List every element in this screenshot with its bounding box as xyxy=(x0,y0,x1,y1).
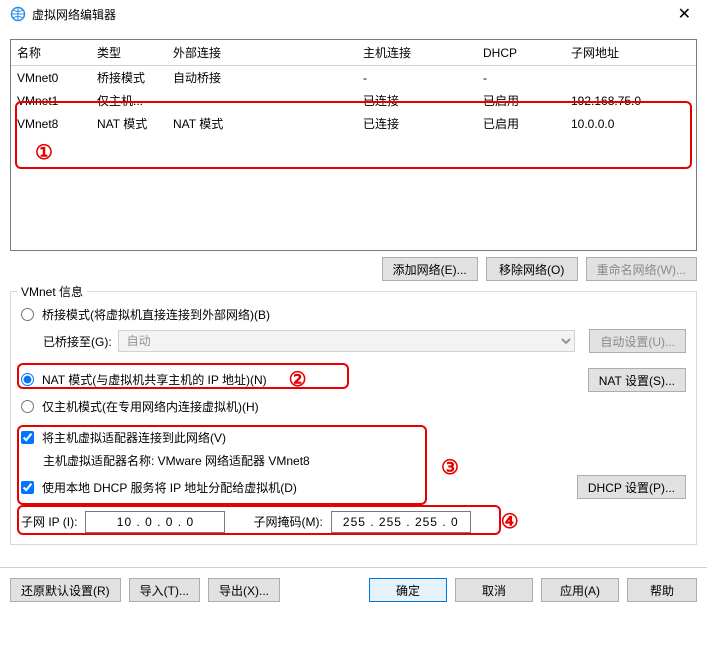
col-name[interactable]: 名称 xyxy=(11,40,91,66)
titlebar: 虚拟网络编辑器 ✕ xyxy=(0,0,707,29)
bridge-radio[interactable] xyxy=(21,308,34,321)
subnet-mask-input[interactable]: 255 . 255 . 255 . 0 xyxy=(331,511,471,533)
network-table[interactable]: 名称 类型 外部连接 主机连接 DHCP 子网地址 VMnet0 桥接模式 自动… xyxy=(11,40,696,135)
hostonly-mode-option[interactable]: 仅主机模式(在专用网络内连接虚拟机)(H) xyxy=(21,398,686,415)
col-dhcp[interactable]: DHCP xyxy=(477,40,565,66)
connect-host-checkbox[interactable] xyxy=(21,431,34,444)
close-button[interactable]: ✕ xyxy=(672,4,697,24)
bridge-to-row: 已桥接至(G): 自动 自动设置(U)... xyxy=(43,329,686,353)
app-icon xyxy=(10,6,26,22)
export-button[interactable]: 导出(X)... xyxy=(208,578,280,602)
annotation-circle-1: ① xyxy=(35,140,53,165)
dhcp-settings-button[interactable]: DHCP 设置(P)... xyxy=(577,475,686,499)
table-button-row: 添加网络(E)... 移除网络(O) 重命名网络(W)... xyxy=(10,257,697,281)
table-row[interactable]: VMnet0 桥接模式 自动桥接 - - xyxy=(11,66,696,90)
vmnet-info-section: VMnet 信息 桥接模式(将虚拟机直接连接到外部网络)(B) 已桥接至(G):… xyxy=(10,291,697,545)
nat-label: NAT 模式(与虚拟机共享主机的 IP 地址)(N) xyxy=(42,371,267,388)
subnet-row: 子网 IP (I): 10 . 0 . 0 . 0 子网掩码(M): 255 .… xyxy=(21,509,686,534)
col-subnet[interactable]: 子网地址 xyxy=(565,40,696,66)
table-row[interactable]: VMnet1 仅主机... - 已连接 已启用 192.168.75.0 xyxy=(11,89,696,112)
bridge-to-label: 已桥接至(G): xyxy=(43,333,112,350)
bridge-label: 桥接模式(将虚拟机直接连接到外部网络)(B) xyxy=(42,306,270,323)
bridge-mode-option[interactable]: 桥接模式(将虚拟机直接连接到外部网络)(B) xyxy=(21,306,686,323)
adapter-name-text: 主机虚拟适配器名称: VMware 网络适配器 VMnet8 xyxy=(43,452,686,469)
window-title: 虚拟网络编辑器 xyxy=(32,6,672,23)
use-dhcp-checkbox[interactable] xyxy=(21,481,34,494)
auto-settings-button: 自动设置(U)... xyxy=(589,329,686,353)
connect-host-option[interactable]: 将主机虚拟适配器连接到此网络(V) xyxy=(21,429,686,446)
add-network-button[interactable]: 添加网络(E)... xyxy=(382,257,478,281)
import-button[interactable]: 导入(T)... xyxy=(129,578,200,602)
use-dhcp-option[interactable]: 使用本地 DHCP 服务将 IP 地址分配给虚拟机(D) DHCP 设置(P).… xyxy=(21,475,686,499)
help-button[interactable]: 帮助 xyxy=(627,578,697,602)
rename-network-button: 重命名网络(W)... xyxy=(586,257,697,281)
bridge-to-combo: 自动 xyxy=(118,330,576,352)
col-type[interactable]: 类型 xyxy=(91,40,167,66)
nat-settings-button[interactable]: NAT 设置(S)... xyxy=(588,368,686,392)
restore-defaults-button[interactable]: 还原默认设置(R) xyxy=(10,578,121,602)
subnet-mask-label: 子网掩码(M): xyxy=(253,513,322,530)
network-table-frame: 名称 类型 外部连接 主机连接 DHCP 子网地址 VMnet0 桥接模式 自动… xyxy=(10,39,697,251)
subnet-ip-input[interactable]: 10 . 0 . 0 . 0 xyxy=(85,511,225,533)
annotation-circle-3: ③ xyxy=(441,455,459,480)
section-title: VMnet 信息 xyxy=(17,283,87,300)
use-dhcp-label: 使用本地 DHCP 服务将 IP 地址分配给虚拟机(D) xyxy=(42,479,297,496)
remove-network-button[interactable]: 移除网络(O) xyxy=(486,257,578,281)
subnet-ip-label: 子网 IP (I): xyxy=(21,513,77,530)
nat-mode-option[interactable]: NAT 模式(与虚拟机共享主机的 IP 地址)(N) ② NAT 设置(S)..… xyxy=(21,367,686,392)
ok-button[interactable]: 确定 xyxy=(369,578,447,602)
hostonly-radio[interactable] xyxy=(21,400,34,413)
col-ext[interactable]: 外部连接 xyxy=(167,40,357,66)
dialog-footer: 还原默认设置(R) 导入(T)... 导出(X)... 确定 取消 应用(A) … xyxy=(0,567,707,612)
table-header-row: 名称 类型 外部连接 主机连接 DHCP 子网地址 xyxy=(11,40,696,66)
annotation-circle-2: ② xyxy=(289,367,307,392)
hostonly-label: 仅主机模式(在专用网络内连接虚拟机)(H) xyxy=(42,398,259,415)
annotation-circle-4: ④ xyxy=(501,509,519,534)
connect-host-label: 将主机虚拟适配器连接到此网络(V) xyxy=(42,429,226,446)
nat-radio[interactable] xyxy=(21,373,34,386)
apply-button[interactable]: 应用(A) xyxy=(541,578,619,602)
table-row-selected[interactable]: VMnet8 NAT 模式 NAT 模式 已连接 已启用 10.0.0.0 xyxy=(11,112,696,135)
col-host[interactable]: 主机连接 xyxy=(357,40,477,66)
cancel-button[interactable]: 取消 xyxy=(455,578,533,602)
